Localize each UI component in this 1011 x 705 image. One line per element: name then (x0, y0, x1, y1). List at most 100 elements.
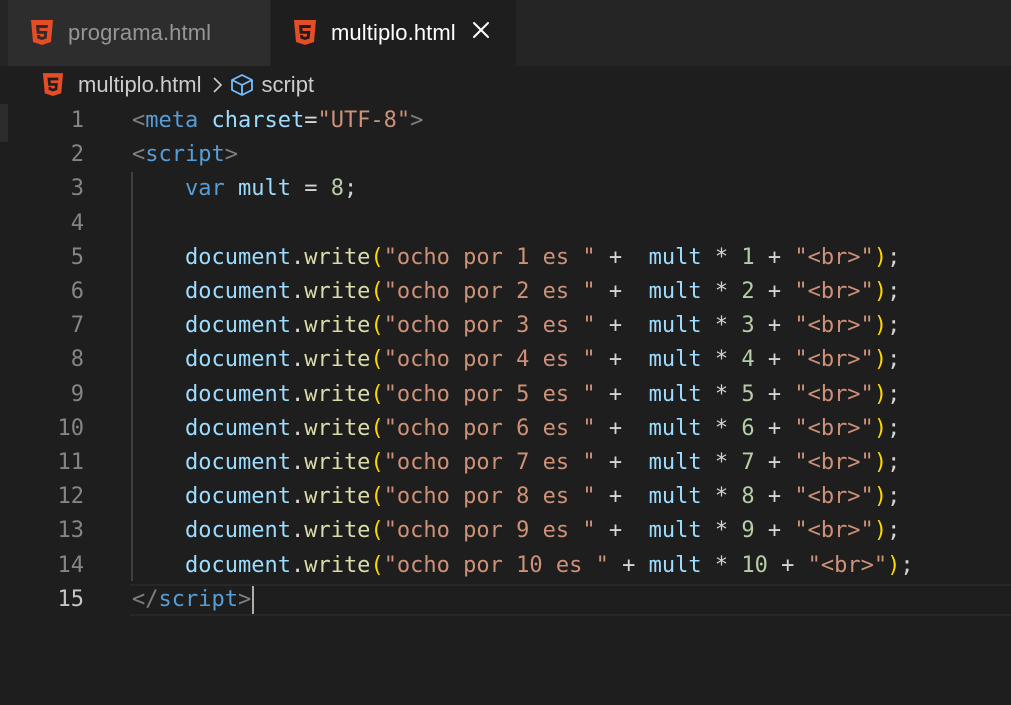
token-var: document (184, 415, 291, 441)
token-num: 3 (741, 313, 755, 339)
code-line[interactable]: 14 document.write("ocho por 10 es " + mu… (0, 549, 1011, 583)
token-op (198, 108, 211, 133)
token-punc: </ (132, 586, 159, 612)
token-var: document (184, 450, 291, 475)
token-op: * (701, 279, 742, 304)
close-icon[interactable] (472, 21, 490, 39)
token-var: mult (648, 313, 702, 339)
token-var: document (184, 313, 291, 339)
code-line[interactable]: 12 document.write("ocho por 8 es " + mul… (0, 480, 1011, 514)
token-fn: write (304, 313, 371, 339)
token-var: mult (648, 450, 702, 475)
code-line[interactable]: 3 var mult = 8; (0, 172, 1011, 206)
token-str: "ocho por 10 es " (383, 552, 609, 578)
code-line[interactable]: 4 (0, 207, 1011, 241)
line-number: 7 (70, 313, 84, 339)
code-text: document.write("ocho por 4 es " + mult *… (132, 343, 900, 377)
line-number: 11 (57, 450, 85, 475)
html5-icon (42, 73, 64, 96)
token-op (132, 313, 185, 338)
code-text: document.write("ocho por 5 es " + mult *… (132, 378, 900, 412)
token-op (132, 382, 185, 407)
token-brk: ) (873, 484, 888, 510)
token-brk: ) (873, 313, 888, 339)
token-op: + (754, 518, 795, 544)
token-var: document (184, 347, 291, 373)
token-fn: write (304, 552, 371, 578)
token-str: "ocho por 1 es " (383, 244, 596, 270)
token-op: + (595, 279, 649, 304)
token-brk: ) (873, 450, 888, 475)
token-punc: > (224, 142, 238, 168)
token-var: mult (648, 552, 702, 578)
code-line[interactable]: 10 document.write("ocho por 6 es " + mul… (0, 412, 1011, 446)
token-op: * (701, 381, 742, 407)
token-op: + (595, 347, 649, 373)
token-op: + (754, 313, 795, 339)
code-line[interactable]: 9 document.write("ocho por 5 es " + mult… (0, 378, 1011, 412)
token-op: * (701, 244, 742, 270)
line-number: 15 (57, 586, 85, 612)
code-line[interactable]: 2 <script> (0, 138, 1011, 172)
token-op: + (767, 552, 808, 578)
line-number: 14 (57, 552, 85, 578)
token-str: "<br>" (794, 415, 874, 441)
token-brk: ( (370, 552, 384, 578)
token-str: "<br>" (794, 518, 874, 544)
code-line[interactable]: 6 document.write("ocho por 2 es " + mult… (0, 275, 1011, 309)
line-number: 13 (57, 518, 85, 544)
token-tag: script (158, 586, 238, 612)
token-op: . (290, 279, 305, 304)
breadcrumb-symbol[interactable]: script (261, 72, 314, 98)
token-str: "<br>" (794, 279, 874, 304)
token-str: "<br>" (794, 244, 874, 270)
token-var: mult (648, 415, 702, 441)
token-num: 8 (330, 176, 344, 202)
token-op: . (290, 347, 305, 373)
code-line[interactable]: 5 document.write("ocho por 1 es " + mult… (0, 241, 1011, 275)
token-op: + (754, 415, 795, 441)
token-num: 4 (741, 347, 755, 373)
breadcrumb-file[interactable]: multiplo.html (78, 72, 201, 98)
line-number: 2 (70, 142, 84, 168)
token-op: + (595, 450, 649, 475)
code-line[interactable]: 13 document.write("ocho por 9 es " + mul… (0, 514, 1011, 548)
token-brk: ) (873, 381, 888, 407)
token-var: mult (648, 381, 702, 407)
token-num: 5 (741, 381, 755, 407)
token-op: . (290, 381, 305, 407)
code-line[interactable]: 7 document.write("ocho por 3 es " + mult… (0, 309, 1011, 343)
token-punc: > (410, 108, 424, 133)
token-punc: < (132, 108, 146, 133)
token-op: = (304, 108, 318, 133)
token-num: 9 (741, 518, 755, 544)
token-str: "<br>" (794, 313, 874, 339)
token-tag: script (145, 142, 225, 168)
token-op: + (595, 415, 649, 441)
html5-icon (294, 20, 316, 45)
code-text: document.write("ocho por 3 es " + mult *… (132, 309, 900, 343)
tab-programa-html[interactable]: programa.html (8, 0, 270, 66)
tab-bar: programa.html multiplo.html (0, 0, 1011, 66)
code-text: document.write("ocho por 2 es " + mult *… (132, 275, 900, 309)
token-op: = (290, 176, 331, 202)
token-op: ; (887, 415, 901, 441)
line-number: 10 (57, 415, 85, 441)
token-brk: ) (887, 552, 901, 578)
text-cursor (252, 585, 255, 614)
token-str: "UTF-8" (317, 108, 411, 133)
token-str: "ocho por 3 es " (383, 313, 596, 339)
token-brk: ) (873, 244, 888, 270)
token-op (225, 176, 238, 201)
code-line[interactable]: 15 </script> (0, 583, 1011, 617)
tab-label: multiplo.html (331, 20, 456, 45)
token-op: + (754, 381, 795, 407)
code-editor[interactable]: 1 <meta charset="UTF-8"> 2 <script> 3 var mu… (0, 104, 1011, 705)
tab-multiplo-html[interactable]: multiplo.html (271, 0, 516, 66)
token-var: mult (648, 244, 702, 270)
code-line[interactable]: 11 document.write("ocho por 7 es " + mul… (0, 446, 1011, 480)
token-fn: write (304, 347, 371, 373)
code-line[interactable]: 8 document.write("ocho por 4 es " + mult… (0, 343, 1011, 377)
line-number: 8 (70, 347, 84, 373)
code-line[interactable]: 1 <meta charset="UTF-8"> (0, 104, 1011, 138)
